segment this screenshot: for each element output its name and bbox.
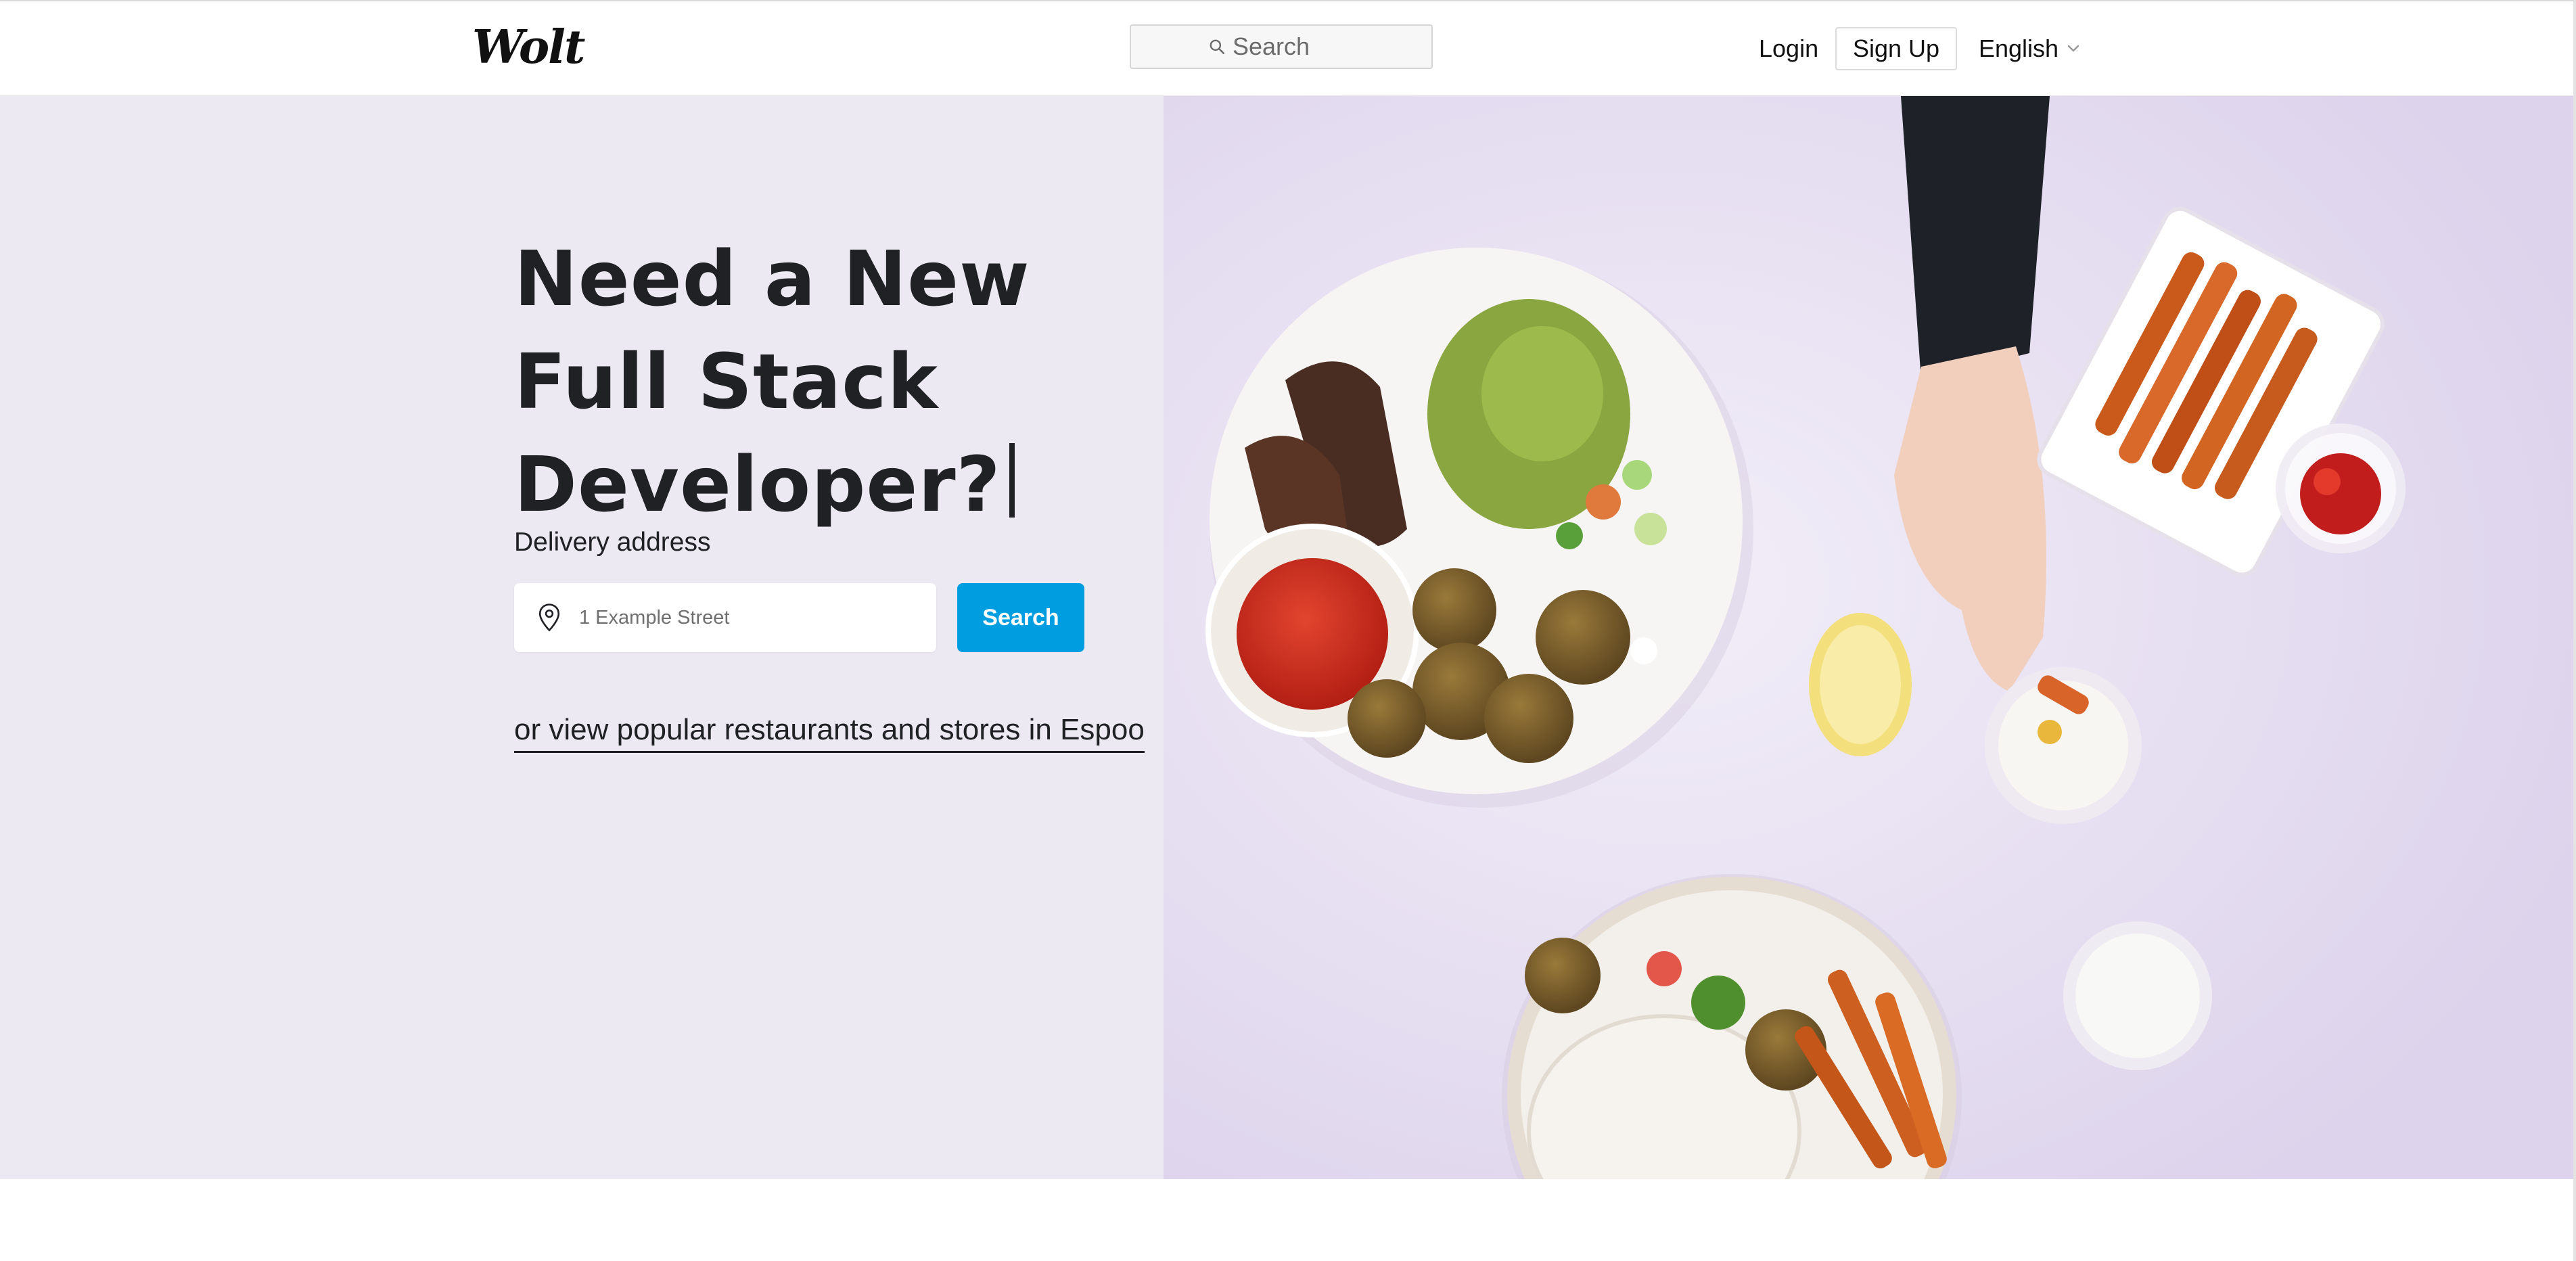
- delivery-address-field[interactable]: [514, 583, 936, 652]
- search-icon: [1210, 39, 1225, 55]
- language-selector[interactable]: English: [1979, 34, 2080, 64]
- food-hero-image: [1164, 96, 2576, 1179]
- language-label: English: [1979, 35, 2059, 62]
- header-search-input[interactable]: [1233, 32, 1354, 61]
- chevron-down-icon: [2067, 45, 2079, 52]
- header-search[interactable]: [1130, 24, 1433, 69]
- sign-up-button[interactable]: Sign Up: [1835, 27, 1957, 70]
- headline-line-3: Developer?: [514, 434, 1123, 536]
- location-pin-icon: [537, 603, 561, 633]
- address-search-button[interactable]: Search: [957, 583, 1084, 652]
- login-link[interactable]: Login: [1759, 34, 1818, 64]
- page-scrollbar-edge: [2573, 0, 2576, 1261]
- wolt-logo[interactable]: Wolt: [472, 24, 585, 70]
- popular-restaurants-link[interactable]: or view popular restaurants and stores i…: [514, 713, 1145, 753]
- delivery-address-label: Delivery address: [514, 528, 711, 557]
- headline-line-3-text: Developer?: [514, 441, 1001, 530]
- headline-line-1: Need a New: [514, 235, 1030, 324]
- hero-headline: Need a New Full Stack Developer?: [514, 228, 1123, 536]
- top-navigation-bar: Wolt Login Sign Up English: [0, 1, 2576, 97]
- headline-line-2: Full Stack: [514, 338, 939, 427]
- delivery-address-input[interactable]: [579, 606, 904, 629]
- hero-section: Need a New Full Stack Developer? Deliver…: [0, 96, 2576, 1179]
- typing-cursor: [1009, 443, 1015, 518]
